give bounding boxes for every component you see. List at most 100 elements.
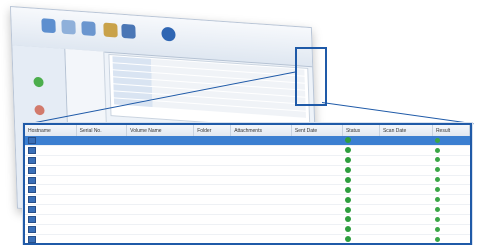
column-header[interactable]: Scan Date <box>379 125 433 136</box>
table-cell <box>25 234 77 243</box>
table-cell <box>76 184 127 196</box>
table-cell <box>76 204 127 216</box>
table-cell <box>230 204 292 216</box>
table-cell <box>193 204 231 216</box>
table-cell <box>230 234 292 243</box>
document-icon <box>28 196 36 204</box>
table-cell <box>291 224 343 235</box>
green-status-icon <box>345 166 352 173</box>
table-cell <box>342 184 380 196</box>
table-cell <box>291 175 343 186</box>
document-icon <box>28 176 36 184</box>
toolbar-icon[interactable] <box>161 26 176 42</box>
table-cell <box>76 194 127 206</box>
table-row[interactable] <box>25 214 470 226</box>
column-header[interactable]: Serial No. <box>76 125 128 136</box>
toolbar-icon[interactable] <box>41 18 56 34</box>
table-cell <box>126 234 194 243</box>
table-cell <box>193 234 231 243</box>
column-header[interactable]: Attachments <box>230 125 292 136</box>
table-cell <box>193 194 231 206</box>
table-cell <box>25 214 77 226</box>
table-row[interactable] <box>25 136 470 146</box>
green-status-icon <box>33 76 44 88</box>
column-header[interactable]: Sent Date <box>291 125 343 136</box>
table-row[interactable] <box>25 165 470 176</box>
table-cell <box>25 184 77 196</box>
table-row[interactable] <box>25 175 470 186</box>
table-cell <box>432 136 470 146</box>
table-cell <box>379 234 433 243</box>
table-cell <box>76 165 127 176</box>
table-cell <box>432 234 470 243</box>
toolbar-icon[interactable] <box>61 19 76 35</box>
table-cell <box>432 155 470 166</box>
table-cell <box>291 165 343 176</box>
table-cell <box>379 224 433 235</box>
table-cell <box>126 175 194 186</box>
check-circle-icon <box>435 147 441 153</box>
check-circle-icon <box>435 137 441 143</box>
document-icon <box>28 216 36 224</box>
green-status-icon <box>345 236 352 243</box>
table-cell <box>432 194 470 206</box>
table-cell <box>291 214 343 226</box>
table-cell <box>76 145 127 156</box>
table-row[interactable] <box>25 184 470 196</box>
check-circle-icon <box>435 196 441 202</box>
column-header[interactable]: Volume Name <box>126 125 195 136</box>
table-row[interactable] <box>25 234 470 243</box>
toolbar-icon[interactable] <box>103 22 118 38</box>
table-cell <box>342 155 380 166</box>
table-cell <box>432 204 470 216</box>
table-cell <box>432 175 470 186</box>
table-row[interactable] <box>25 194 470 206</box>
document-icon <box>28 206 36 214</box>
table-cell <box>193 136 231 146</box>
table-cell <box>432 165 470 176</box>
green-status-icon <box>345 157 352 164</box>
table-cell <box>291 194 343 206</box>
table-cell <box>76 214 127 226</box>
document-icon <box>28 186 36 194</box>
document-icon <box>28 166 36 174</box>
table-cell <box>342 194 380 206</box>
table-cell <box>379 204 433 216</box>
column-header[interactable]: Status <box>342 125 380 136</box>
table-cell <box>342 224 380 235</box>
table-row[interactable] <box>25 224 470 235</box>
column-header[interactable]: Result <box>432 125 470 136</box>
table-cell <box>193 145 231 156</box>
table-row[interactable] <box>25 145 470 156</box>
document-icon <box>28 136 36 144</box>
red-status-icon <box>34 104 45 116</box>
table-cell <box>230 214 292 226</box>
column-header[interactable]: Hostname <box>25 125 77 136</box>
table-cell <box>342 165 380 176</box>
table-cell <box>342 234 380 243</box>
table-cell <box>379 175 433 186</box>
table-cell <box>25 204 77 216</box>
table-cell <box>379 136 433 146</box>
table-cell <box>76 136 127 146</box>
table-cell <box>342 145 380 156</box>
column-header[interactable]: Folder <box>193 125 232 136</box>
table-cell <box>25 136 77 146</box>
table-cell <box>291 184 343 196</box>
table-cell <box>25 155 77 166</box>
table-row[interactable] <box>25 155 470 166</box>
check-circle-icon <box>435 187 441 193</box>
toolbar-icon[interactable] <box>81 21 96 37</box>
table-cell <box>379 155 433 166</box>
table-cell <box>230 175 292 186</box>
table-cell <box>126 184 194 196</box>
toolbar-icon[interactable] <box>121 23 136 39</box>
table-cell <box>126 214 194 226</box>
table-cell <box>342 214 380 226</box>
document-icon <box>28 146 36 154</box>
table-cell <box>432 224 470 235</box>
table-row[interactable] <box>25 204 470 216</box>
zoom-highlight-box <box>295 47 327 106</box>
table-cell <box>342 136 380 146</box>
table-cell <box>193 165 231 176</box>
